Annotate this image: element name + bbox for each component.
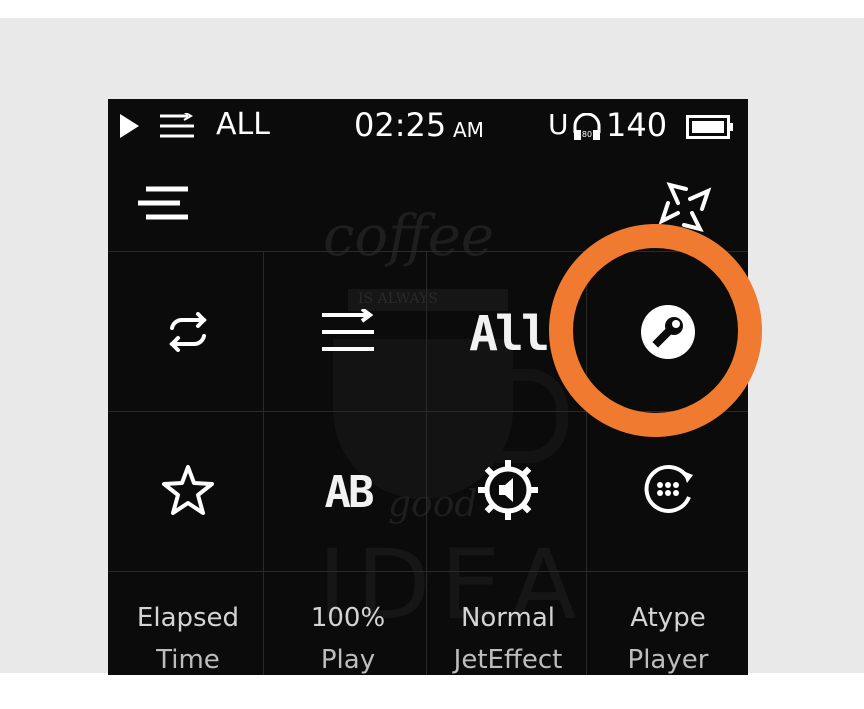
ab-repeat-icon: AB xyxy=(324,466,375,518)
pinwheel-icon[interactable] xyxy=(656,179,716,239)
option-line-1: Elapsed xyxy=(136,603,240,633)
order-icon xyxy=(318,307,378,359)
header-row xyxy=(108,151,748,251)
menu-lines-icon[interactable] xyxy=(136,185,192,229)
all-repeat-icon: All xyxy=(469,306,550,362)
option-line-1: 100% xyxy=(310,603,386,633)
headphone-icon: 80 xyxy=(572,113,602,141)
volume-value: 140 xyxy=(606,106,668,144)
svg-text:80: 80 xyxy=(582,130,592,139)
volume-prefix: U xyxy=(548,108,569,141)
repeat-icon xyxy=(160,312,216,356)
repeat-mode-text: ALL xyxy=(216,107,270,142)
sound-effect-button[interactable] xyxy=(428,417,588,567)
option-line-2: Play xyxy=(320,645,376,675)
option-line-2: Player xyxy=(627,645,709,675)
play-order-button[interactable] xyxy=(268,259,428,409)
dial-pad-rotate-icon xyxy=(639,461,697,523)
star-icon xyxy=(161,464,215,520)
wrench-settings-icon xyxy=(638,302,698,366)
ab-repeat-button[interactable]: AB xyxy=(268,417,428,567)
status-bar: ALL 02:25 AM U 80 140 xyxy=(108,99,748,151)
clock-time: 02:25 xyxy=(354,106,447,144)
clock-am-pm: AM xyxy=(453,118,484,142)
player-type-option[interactable]: Atype Player xyxy=(588,597,748,675)
speaker-gear-icon xyxy=(477,459,539,525)
play-speed-button[interactable] xyxy=(588,417,748,567)
favorite-button[interactable] xyxy=(108,417,268,567)
list-order-icon xyxy=(158,113,196,139)
grid-divider xyxy=(108,411,748,412)
settings-button[interactable] xyxy=(588,259,748,409)
play-rate-option[interactable]: 100% Play xyxy=(268,597,428,675)
option-line-2: JetEffect xyxy=(453,645,563,675)
repeat-button[interactable] xyxy=(108,259,268,409)
elapsed-time-option[interactable]: Elapsed Time xyxy=(108,597,268,675)
battery-icon xyxy=(686,115,734,139)
option-line-1: Atype xyxy=(630,603,706,633)
play-icon xyxy=(118,113,140,139)
repeat-all-button[interactable]: All xyxy=(428,259,588,409)
option-line-2: Time xyxy=(156,645,220,675)
grid-divider xyxy=(108,571,748,572)
player-screen: coffee IS ALWAYS good IDEA ALL 02:25 AM … xyxy=(108,99,748,675)
grid-divider xyxy=(108,251,748,252)
jeteffect-option[interactable]: Normal JetEffect xyxy=(428,597,588,675)
option-line-1: Normal xyxy=(460,603,556,633)
